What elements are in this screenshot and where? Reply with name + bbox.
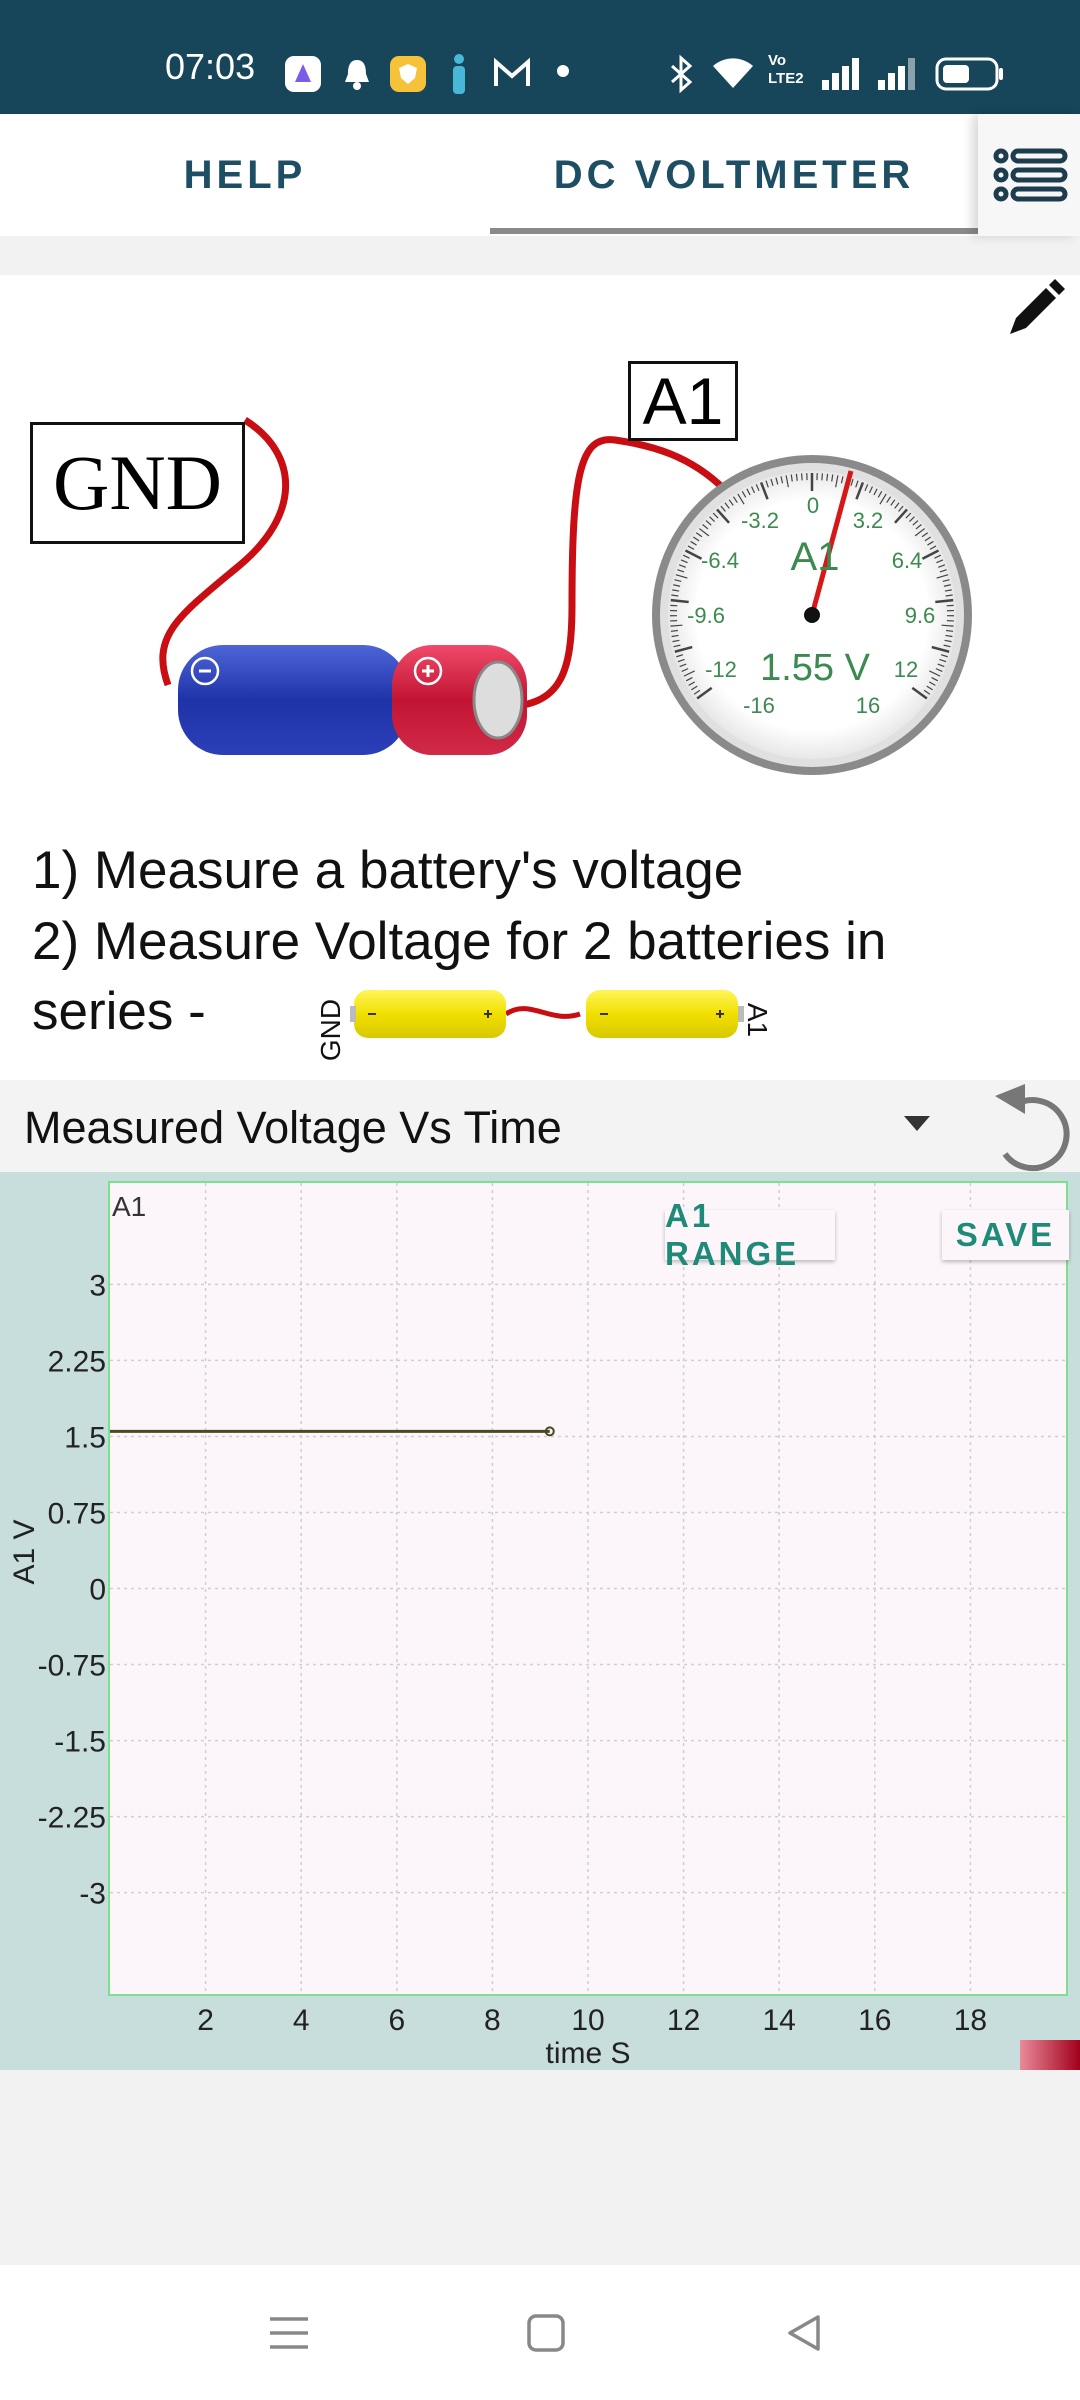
recents-icon[interactable] (268, 2315, 310, 2351)
y-axis-label: A1 V (8, 1519, 41, 1584)
instruction-line-3: series - (32, 982, 206, 1041)
x-tick-label: 18 (954, 2004, 987, 2037)
meter-tick-label: 0 (806, 493, 820, 518)
photos-icon (285, 56, 321, 92)
dropdown-arrow-icon[interactable] (902, 1114, 932, 1134)
x-tick-label: 2 (197, 2004, 214, 2037)
meter-tick-label: -9.6 (687, 603, 725, 628)
bell-icon (345, 60, 369, 90)
chart-header: Measured Voltage Vs Time (0, 1080, 1080, 1172)
circuit-panel: GND A1 0 -3.2 3.2 -6.4 6.4 -9.6 9.6 -12 … (0, 275, 1080, 1080)
list-icon (993, 148, 1068, 202)
series-batteries (350, 990, 744, 1038)
y-tick-label: -3 (79, 1878, 106, 1911)
meter-tick-label: -12 (705, 657, 737, 682)
back-icon[interactable] (784, 2313, 824, 2353)
meter-tick-label: 16 (855, 693, 881, 718)
y-tick-label: -1.5 (54, 1726, 106, 1759)
meter-hub (804, 607, 820, 623)
series-a1-label: A1 (742, 1002, 773, 1038)
status-bar: 07:03 Vo LTE2 (0, 0, 1080, 114)
gnd-label: GND (30, 422, 245, 544)
y-tick-label: 0 (89, 1574, 106, 1607)
reset-icon[interactable] (985, 1078, 1080, 1173)
instruction-line-1: 1) Measure a battery's voltage (32, 841, 744, 900)
y-tick-label: 0.75 (48, 1497, 106, 1530)
shield-icon (390, 56, 426, 92)
wifi-icon (713, 58, 753, 88)
bottom-spacer (0, 2070, 1080, 2265)
meter-tick-label: -6.4 (701, 548, 739, 573)
meter-tick-label: -3.2 (741, 508, 779, 533)
person-icon (453, 54, 465, 94)
chart-type-select[interactable]: Measured Voltage Vs Time (24, 1102, 562, 1154)
chart-panel: A1 A1 RANGE SAVE 3 2.25 1.5 0.75 0 -0.75 -1.5-… (0, 1172, 1080, 2070)
meter-tick-label: 3.2 (852, 508, 884, 533)
navigation-bar (0, 2265, 1080, 2400)
series-gnd-label: GND (315, 998, 346, 1062)
tab-help[interactable]: HELP (0, 114, 490, 236)
x-tick-label: 12 (667, 2004, 700, 2037)
tab-indicator (490, 228, 978, 234)
instruction-line-2: 2) Measure Voltage for 2 batteries in (32, 912, 887, 971)
y-tick-label: -0.75 (38, 1650, 106, 1683)
list-menu-button[interactable] (978, 114, 1080, 236)
x-axis-label: time S (545, 2037, 630, 2070)
home-icon[interactable] (526, 2313, 566, 2353)
meter-tick-label: -16 (743, 693, 775, 718)
axis-svg: 3 2.25 1.5 0.75 0 -0.75 -1.5 -2.25 -3 2 4 6 8 10 12 14 1… (8, 1269, 987, 2070)
status-time: 07:03 (165, 46, 256, 87)
tab-bar: HELP DC VOLTMETER (0, 114, 1080, 236)
y-tick-label: 2.25 (48, 1345, 106, 1378)
volte-icon: Vo LTE2 (768, 52, 804, 87)
meter-channel: A1 (790, 535, 840, 579)
tab-dc-voltmeter[interactable]: DC VOLTMETER (490, 114, 978, 236)
gmail-icon (494, 57, 530, 86)
dot-icon (557, 65, 569, 77)
signal-icon (822, 58, 859, 90)
meter-tick-label: 6.4 (891, 548, 923, 573)
a1-label: A1 (628, 361, 738, 441)
x-tick-label: 14 (763, 2004, 796, 2037)
meter-tick-label: 9.6 (904, 603, 936, 628)
color-legend-strip (1020, 2040, 1080, 2070)
meter-reading: 1.55 V (760, 647, 870, 689)
y-tick-label: 1.5 (64, 1421, 106, 1454)
bluetooth-icon (671, 54, 693, 94)
signal2-icon (878, 58, 915, 90)
x-tick-label: 10 (571, 2004, 604, 2037)
battery-terminal (472, 660, 524, 740)
battery-icon (935, 57, 1003, 91)
x-tick-label: 16 (858, 2004, 891, 2037)
y-tick-label: 3 (89, 1269, 106, 1302)
x-tick-label: 8 (484, 2004, 501, 2037)
y-tick-label: -2.25 (38, 1802, 106, 1835)
x-tick-label: 4 (293, 2004, 310, 2037)
x-tick-label: 6 (388, 2004, 405, 2037)
